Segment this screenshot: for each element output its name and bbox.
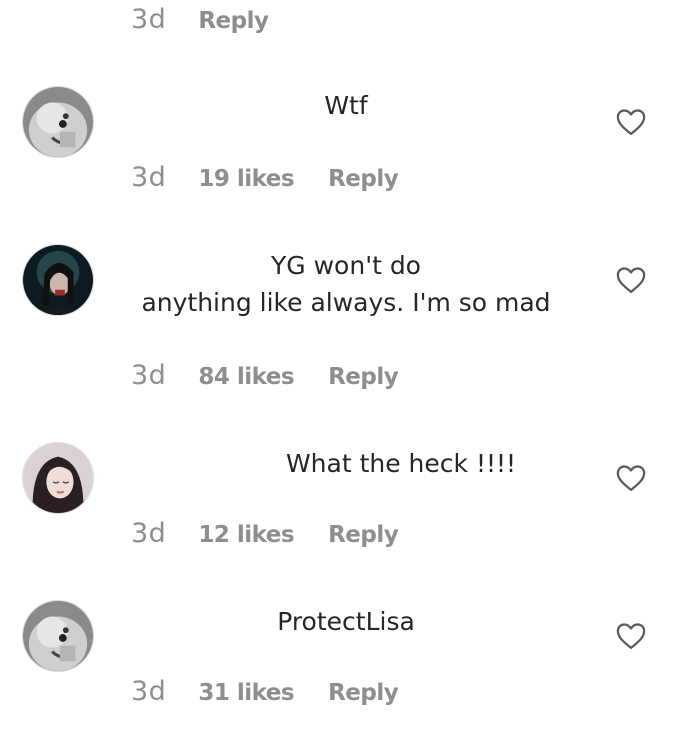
reply-button[interactable]: Reply	[198, 8, 269, 34]
heart-outline-icon	[616, 465, 646, 491]
cartoon-avatar-icon	[23, 601, 93, 671]
heart-outline-icon	[616, 109, 646, 135]
comment-text: Wtf	[130, 87, 562, 124]
avatar[interactable]	[22, 442, 94, 514]
heart-outline-icon	[616, 267, 646, 293]
comment-text-line: Wtf	[324, 91, 368, 120]
comment-text-line: ProtectLisa	[277, 607, 415, 636]
likes-count[interactable]: 19 likes	[198, 166, 294, 192]
reply-button[interactable]: Reply	[328, 364, 399, 390]
comment-timestamp: 3d	[131, 360, 167, 391]
comment-meta: 3d 19 likes Reply	[131, 162, 399, 196]
dark-portrait-avatar-icon	[23, 245, 93, 315]
reply-button[interactable]: Reply	[328, 522, 399, 548]
reply-button[interactable]: Reply	[328, 166, 399, 192]
comment-text-line: anything like always. I'm so mad	[141, 288, 551, 317]
comment-meta: 3d 84 likes Reply	[131, 360, 399, 394]
like-button[interactable]	[616, 266, 646, 294]
comment-meta: 3d 31 likes Reply	[131, 676, 399, 710]
likes-count[interactable]: 31 likes	[198, 680, 294, 706]
comment-meta: 3d 12 likes Reply	[131, 518, 399, 552]
comment-text-line: YG won't do	[271, 251, 421, 280]
like-button[interactable]	[616, 464, 646, 492]
comment-timestamp: 3d	[131, 518, 167, 549]
reply-button[interactable]: Reply	[328, 680, 399, 706]
comment-timestamp: 3d	[131, 676, 167, 707]
comment-text: What the heck !!!!	[130, 445, 562, 482]
avatar[interactable]	[22, 600, 94, 672]
girl-portrait-avatar-icon	[23, 443, 93, 513]
comment-text: ProtectLisa	[130, 603, 562, 640]
heart-outline-icon	[616, 623, 646, 649]
avatar[interactable]	[22, 86, 94, 158]
cartoon-avatar-icon	[23, 87, 93, 157]
like-button[interactable]	[616, 622, 646, 650]
likes-count[interactable]: 12 likes	[198, 522, 294, 548]
top-comment-meta: 3d Reply	[131, 4, 269, 38]
likes-count[interactable]: 84 likes	[198, 364, 294, 390]
comment-text: YG won't do anything like always. I'm so…	[130, 247, 562, 321]
comment-timestamp: 3d	[131, 162, 167, 193]
avatar[interactable]	[22, 244, 94, 316]
comment-timestamp: 3d	[131, 4, 167, 35]
like-button[interactable]	[616, 108, 646, 136]
comment-text-line: What the heck !!!!	[285, 449, 517, 478]
